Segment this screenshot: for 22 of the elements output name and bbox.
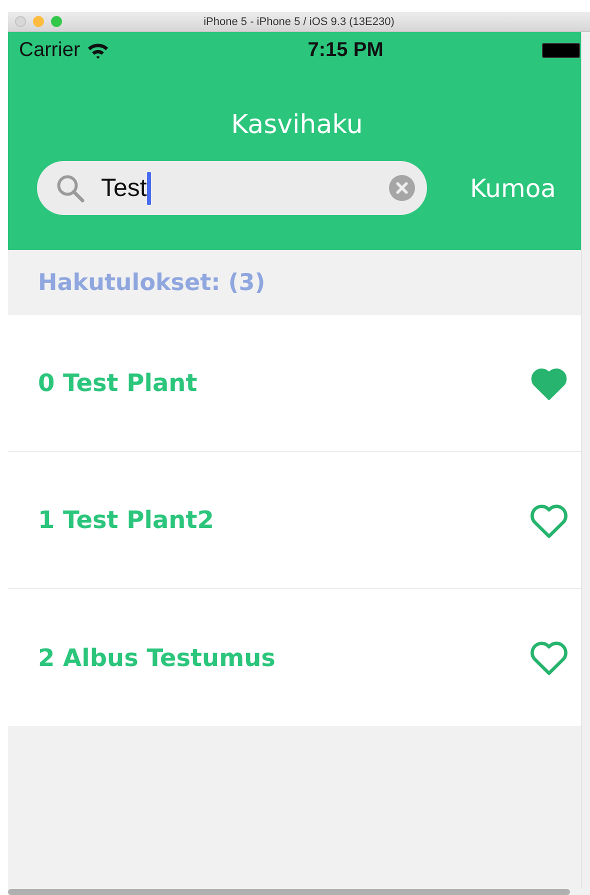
cancel-button[interactable]: Kumoa [470,174,556,202]
search-field[interactable]: Test [37,161,427,215]
wifi-icon [87,42,110,58]
heart-icon[interactable] [529,502,569,538]
plant-row[interactable]: 2 Albus Testumus [8,589,581,726]
plant-name: 1 Test Plant2 [38,506,214,534]
carrier-label: Carrier [19,38,80,62]
nav-title: Kasvihaku [230,110,364,142]
zoom-button[interactable] [51,16,62,27]
plant-row[interactable]: 1 Test Plant2 [8,452,581,589]
heart-icon[interactable] [529,639,569,676]
status-time: 7:15 PM [308,38,384,62]
search-icon [55,173,85,203]
plant-row[interactable]: 0 Test Plant [8,315,581,452]
plant-name: 0 Test Plant [38,369,198,397]
plant-name: 2 Albus Testumus [38,644,276,672]
window-title: iPhone 5 - iPhone 5 / iOS 9.3 (13E230) [204,16,394,28]
minimize-button[interactable] [33,16,44,27]
battery-icon [542,42,580,58]
clear-icon[interactable] [389,175,415,201]
close-button[interactable] [15,16,26,27]
results-count: Hakutulokset: (3) [38,270,266,296]
